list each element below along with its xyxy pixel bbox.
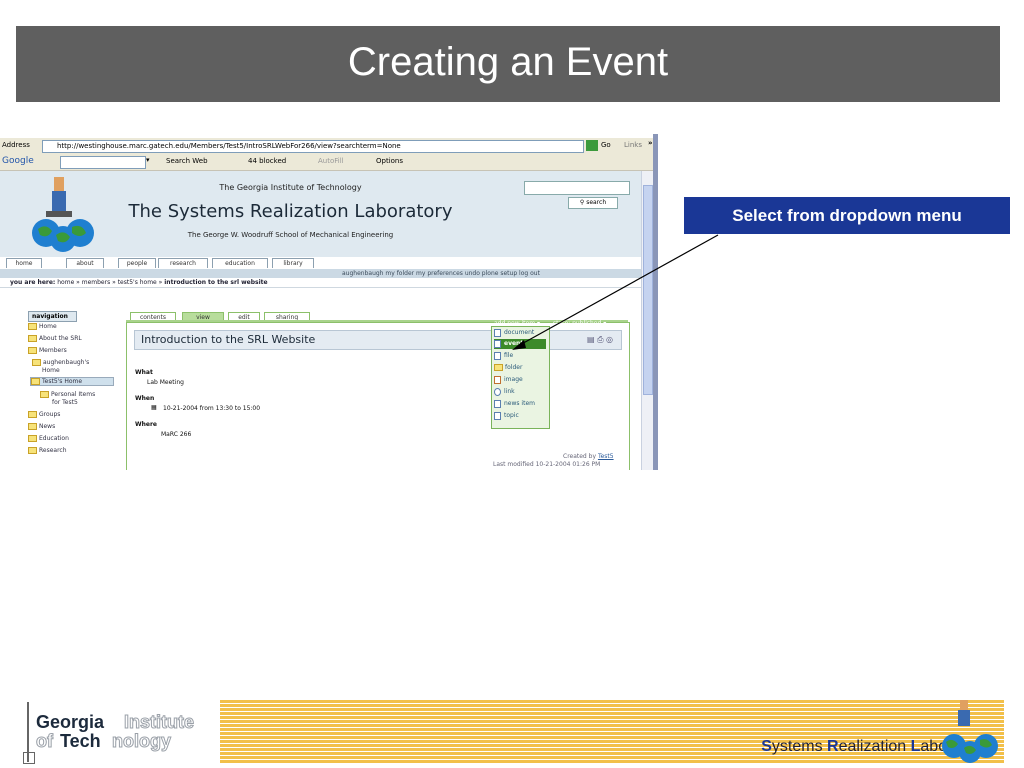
what-value: Lab Meeting — [147, 379, 184, 386]
where-label: Where — [135, 421, 157, 428]
image-icon — [494, 375, 501, 384]
chevron-right-icon[interactable]: » — [648, 139, 653, 147]
state-menu[interactable]: state: published ▾ — [553, 320, 606, 327]
file-icon — [494, 351, 501, 360]
dropdown-item-image[interactable]: image — [494, 375, 546, 385]
callout-text: Select from dropdown menu — [732, 206, 962, 225]
search-button-label: search — [586, 199, 607, 206]
where-value: MaRC 266 — [161, 431, 192, 438]
dropdown-item-event[interactable]: event — [494, 339, 546, 349]
address-bar: Address http://westinghouse.marc.gatech.… — [0, 138, 658, 154]
navigation-portlet: Home About the SRL Members aughenbaugh's… — [28, 311, 114, 470]
srl-globe-logo-icon — [942, 700, 998, 763]
last-modified: Last modified 10-21-2004 01:26 PM — [493, 461, 601, 468]
tab-home[interactable]: home — [6, 258, 42, 268]
search-web-button[interactable]: Search Web — [166, 157, 208, 165]
user-actions[interactable]: aughenbaugh my folder my preferences und… — [342, 270, 540, 277]
nav-item-aughenbaugh[interactable]: aughenbaugh's — [32, 359, 89, 366]
tab-library[interactable]: library — [272, 258, 314, 268]
nav-item-aughenbaugh-home[interactable]: Home — [42, 367, 60, 374]
personal-bar: aughenbaugh my folder my preferences und… — [0, 269, 641, 278]
nav-item-news[interactable]: News — [28, 423, 55, 430]
dropdown-item-folder[interactable]: folder — [494, 363, 546, 373]
site-search-input[interactable] — [524, 181, 630, 195]
go-label[interactable]: Go — [601, 141, 611, 149]
tab-people[interactable]: people — [118, 258, 156, 268]
address-value: http://westinghouse.marc.gatech.edu/Memb… — [57, 142, 401, 150]
nav-item-personal-items-sub[interactable]: for Test5 — [52, 399, 78, 406]
gt-logo-georgia: Georgia — [36, 712, 105, 732]
calendar-icon: ▦ — [151, 404, 157, 411]
google-toolbar: Google ▾ Search Web 44 blocked AutoFill … — [0, 154, 658, 171]
when-value: 10-21-2004 from 13:30 to 15:00 — [163, 405, 261, 412]
slide-title: Creating an Event — [347, 40, 669, 84]
news-icon — [494, 399, 501, 408]
go-icon[interactable] — [586, 140, 598, 151]
links-label[interactable]: Links — [624, 141, 642, 149]
event-icon — [494, 339, 501, 348]
gt-logo-base-icon — [23, 752, 35, 764]
dropdown-arrow-icon[interactable]: ▾ — [146, 156, 150, 164]
what-label: What — [135, 369, 153, 376]
dropdown-item-document[interactable]: document — [494, 328, 546, 338]
browser-screenshot: Address http://westinghouse.marc.gatech.… — [0, 134, 658, 470]
breadcrumb-current: introduction to the srl website — [164, 279, 268, 286]
topic-icon — [494, 411, 501, 420]
footer-band: Systems Realization Laboratory — [220, 700, 1004, 764]
nav-item-test5-home[interactable]: Test5's Home — [30, 377, 114, 386]
portal-tabs: home about people research education lib… — [0, 258, 641, 268]
lab-name: The Systems Realization Laboratory — [128, 201, 453, 222]
nav-item-personal-items[interactable]: Personal Items — [40, 391, 95, 398]
tab-about[interactable]: about — [66, 258, 104, 268]
nav-item-research[interactable]: Research — [28, 447, 67, 454]
dropdown-item-file[interactable]: file — [494, 351, 546, 361]
site-header: The Georgia Institute of Technology The … — [0, 171, 641, 257]
gt-logo-tech: Tech — [60, 731, 101, 751]
address-input[interactable]: http://westinghouse.marc.gatech.edu/Memb… — [42, 140, 584, 153]
web-page: The Georgia Institute of Technology The … — [0, 171, 641, 470]
dropdown-item-news-item[interactable]: news item — [494, 399, 546, 409]
options-button[interactable]: Options — [376, 157, 403, 165]
nav-item-members[interactable]: Members — [28, 347, 67, 354]
popup-blocked-button[interactable]: 44 blocked — [248, 157, 286, 165]
institute-name: The Georgia Institute of Technology — [219, 183, 362, 192]
window-edge — [653, 134, 658, 470]
link-icon — [494, 387, 501, 396]
tab-education[interactable]: education — [212, 258, 268, 268]
google-label[interactable]: Google — [2, 156, 34, 166]
nav-item-about[interactable]: About the SRL — [28, 335, 82, 342]
print-icon[interactable]: ▤ ⎙ ◎ — [587, 335, 613, 345]
created-by-user-link[interactable]: Test5 — [598, 453, 614, 460]
site-search-button[interactable]: ⚲ search — [568, 197, 618, 209]
autofill-button[interactable]: AutoFill — [318, 157, 344, 165]
breadcrumb-path[interactable]: home » members » test5's home » — [57, 279, 162, 286]
tab-research[interactable]: research — [158, 258, 208, 268]
callout-box: Select from dropdown menu — [684, 197, 1010, 234]
content-frame: Introduction to the SRL Website ▤ ⎙ ◎ Wh… — [126, 322, 630, 470]
gt-logo-institute: Institute — [124, 712, 195, 733]
address-label: Address — [2, 141, 30, 149]
school-name: The George W. Woodruff School of Mechani… — [187, 231, 394, 239]
slide-title-bar: Creating an Event — [16, 26, 1000, 102]
gt-logo-nology: nology — [112, 731, 172, 752]
document-icon — [494, 328, 501, 337]
dropdown-item-topic[interactable]: topic — [494, 411, 546, 421]
gt-logo-of: of — [36, 731, 54, 752]
nav-item-home[interactable]: Home — [28, 323, 57, 330]
breadcrumb: you are here: home » members » test5's h… — [0, 278, 641, 288]
when-label: When — [135, 395, 155, 402]
dropdown-item-link[interactable]: link — [494, 387, 546, 397]
google-search-input[interactable] — [60, 156, 146, 169]
nav-item-groups[interactable]: Groups — [28, 411, 60, 418]
add-item-dropdown: document event file folder image link ne… — [491, 326, 550, 429]
scroll-thumb[interactable] — [643, 185, 653, 395]
document-title: Introduction to the SRL Website — [141, 333, 316, 346]
created-by: Created by Test5 — [563, 453, 614, 460]
folder-icon — [494, 364, 503, 371]
nav-item-education[interactable]: Education — [28, 435, 69, 442]
breadcrumb-label: you are here: — [10, 279, 56, 286]
